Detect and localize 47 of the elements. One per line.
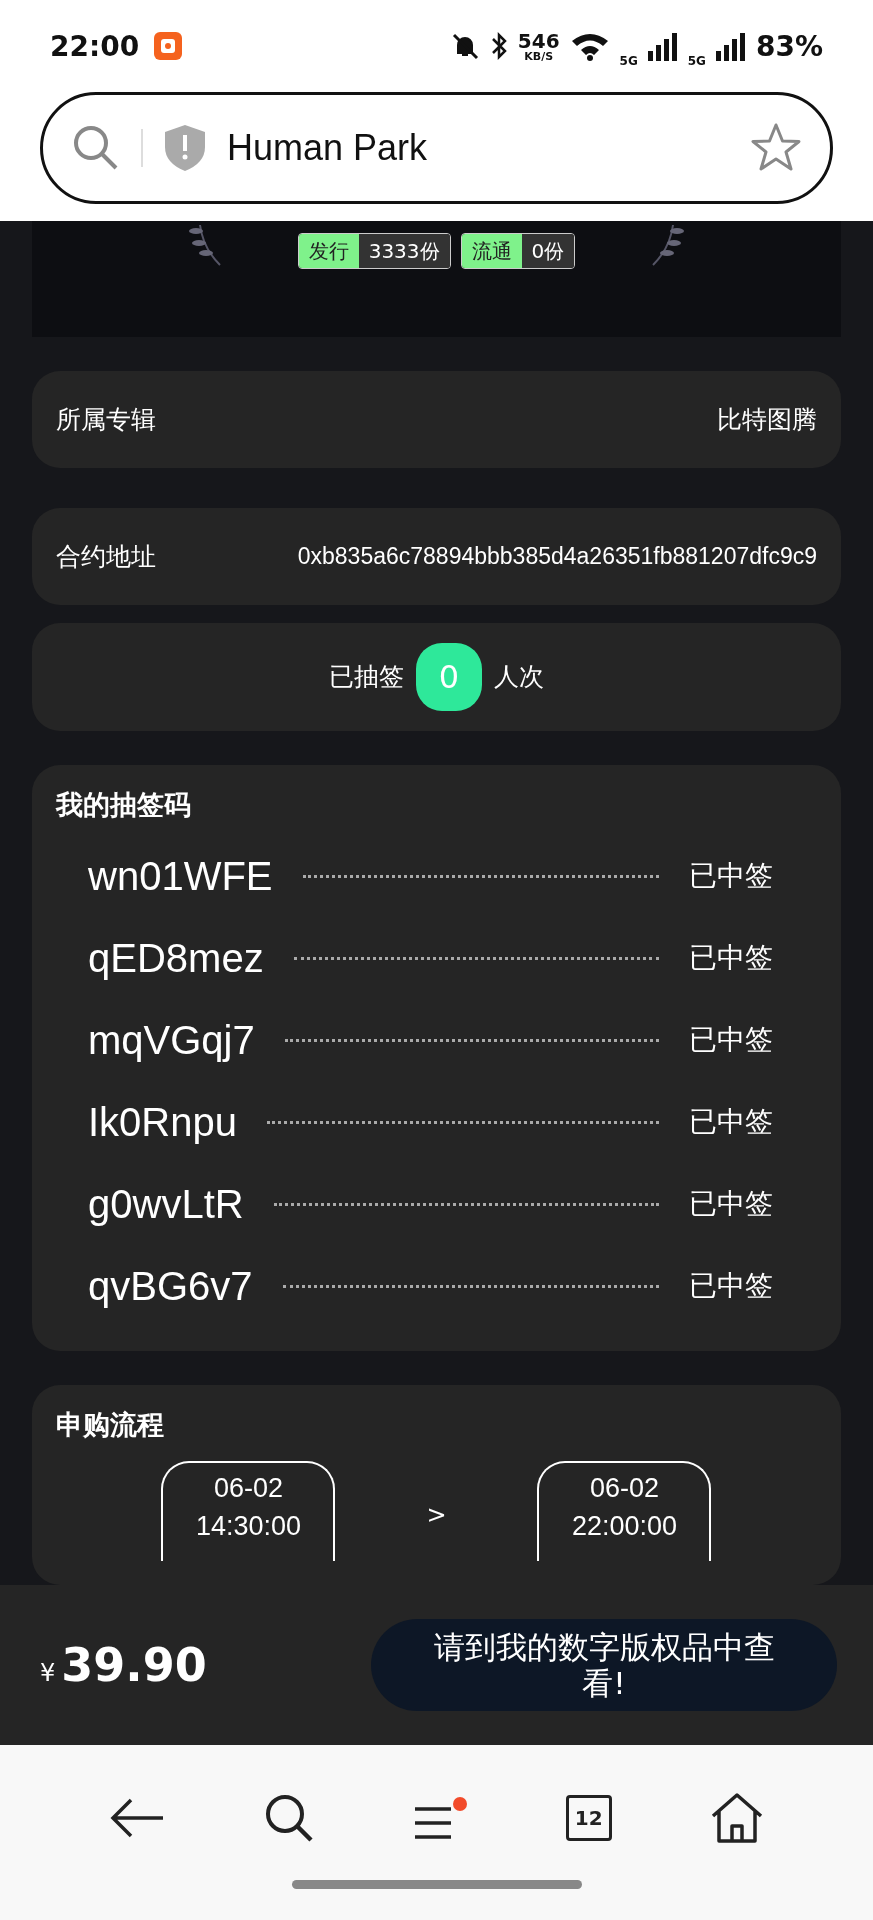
count-prefix: 已抽签 (329, 661, 404, 694)
info-value: 0xb835a6c78894bbb385d4a26351fb881207dfc9c9 (297, 542, 817, 570)
price: 39.90 (61, 1638, 207, 1692)
network-type: 5G (687, 54, 706, 68)
page-title: Human Park (227, 127, 428, 169)
network-speed: 546 (517, 30, 560, 51)
step-time: 14:30:00 (195, 1510, 301, 1543)
lottery-code: wn01WFE (88, 853, 273, 899)
code-status: 已中签 (689, 940, 773, 976)
code-status: 已中签 (689, 1268, 773, 1304)
tag-label: 发行 (298, 234, 359, 268)
network-type: 5G (619, 54, 638, 68)
address-bar[interactable]: Human Park (40, 92, 833, 204)
tag-label: 流通 (461, 234, 522, 268)
lottery-code: mqVGqj7 (88, 1017, 255, 1063)
lottery-code: qvBG6v7 (88, 1263, 253, 1309)
tabs-button[interactable]: 12 (565, 1794, 612, 1841)
signal-icon (715, 31, 746, 61)
lottery-code: qED8mez (88, 935, 264, 981)
speed-unit: KB/S (524, 50, 554, 62)
home-button[interactable] (709, 1791, 764, 1844)
step-date: 06-02 (589, 1472, 659, 1505)
code-status: 已中签 (689, 1104, 773, 1140)
count-badge: 0 (416, 642, 482, 711)
info-label: 合约地址 (56, 540, 156, 573)
tag-value: 3333份 (358, 234, 450, 268)
info-label: 所属专辑 (56, 404, 156, 437)
section-title: 我的抽签码 (56, 788, 192, 822)
info-value: 比特图腾 (717, 404, 817, 437)
clock: 22:00 (50, 29, 140, 63)
view-button[interactable]: 请到我的数字版权品中查看! (371, 1619, 837, 1711)
lottery-code: Ik0Rnpu (88, 1099, 237, 1145)
step-separator: > (426, 1501, 447, 1529)
code-status: 已中签 (689, 1022, 773, 1058)
app-notification-icon (153, 31, 184, 61)
code-status: 已中签 (689, 858, 773, 894)
lottery-code: g0wvLtR (88, 1181, 244, 1227)
currency-symbol: ¥ (40, 1659, 56, 1687)
tag-value: 0份 (521, 234, 575, 268)
battery-level: 83% (755, 29, 823, 63)
code-status: 已中签 (689, 1186, 773, 1222)
count-suffix: 人次 (494, 661, 544, 694)
bluetooth-icon (489, 31, 508, 61)
section-title: 申购流程 (56, 1408, 165, 1442)
step-date: 06-02 (213, 1472, 283, 1505)
step-time: 22:00:00 (571, 1510, 678, 1543)
signal-icon (647, 31, 678, 61)
